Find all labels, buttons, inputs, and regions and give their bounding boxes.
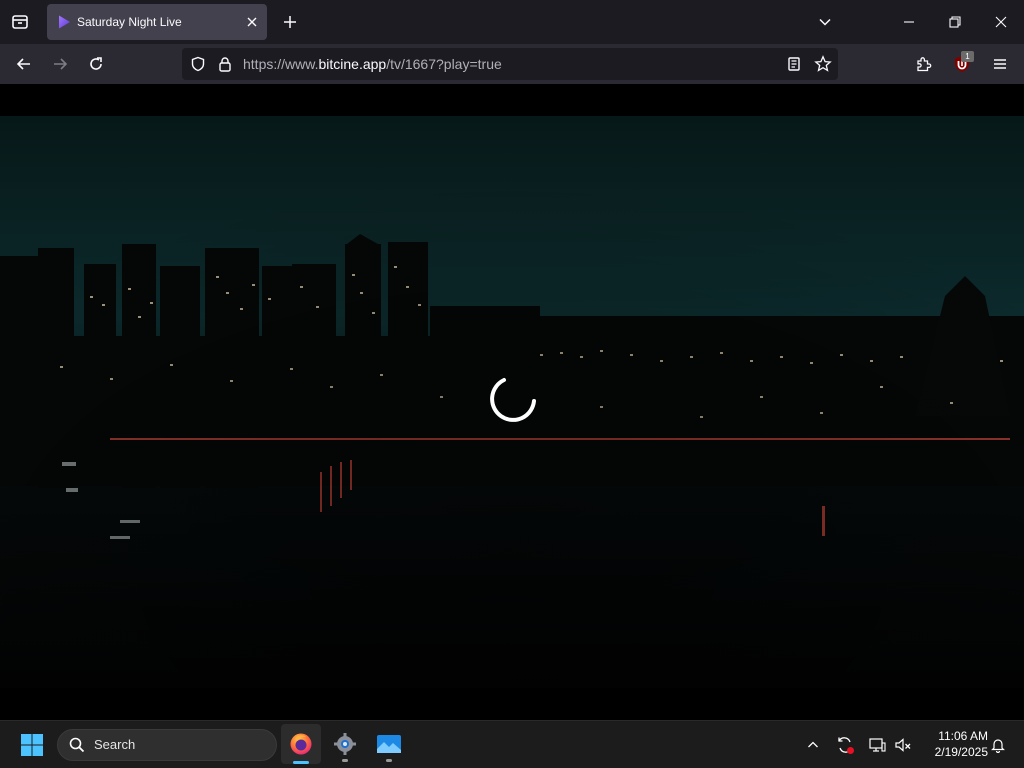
tray-sync-icon-button[interactable] bbox=[833, 733, 857, 757]
arrow-left-icon bbox=[16, 58, 30, 70]
new-tab-button[interactable] bbox=[279, 10, 301, 34]
close-icon bbox=[995, 16, 1007, 28]
nav-toolbar: https://www.bitcine.app/tv/1667?play=tru… bbox=[0, 44, 1024, 84]
volume-muted-icon bbox=[895, 738, 911, 752]
clock-time: 11:06 AM bbox=[938, 729, 988, 743]
sync-alert-icon bbox=[838, 737, 854, 754]
running-app-indicator bbox=[386, 759, 392, 762]
shield-icon bbox=[191, 56, 205, 72]
start-button[interactable] bbox=[14, 727, 50, 763]
lock-icon bbox=[219, 57, 231, 72]
restore-button[interactable] bbox=[932, 0, 978, 44]
firefox-view-button[interactable] bbox=[6, 8, 34, 36]
restore-icon bbox=[949, 16, 961, 28]
hamburger-menu-icon bbox=[994, 59, 1006, 69]
puzzle-piece-icon bbox=[917, 57, 932, 72]
play-triangle-icon bbox=[59, 15, 70, 29]
tray-network-button[interactable] bbox=[865, 733, 889, 757]
search-icon bbox=[69, 737, 85, 753]
firefox-view-icon bbox=[12, 15, 28, 29]
close-window-button[interactable] bbox=[978, 0, 1024, 44]
back-button[interactable] bbox=[10, 50, 38, 78]
clock-date: 2/19/2025 bbox=[934, 745, 988, 759]
site-info-button[interactable] bbox=[215, 54, 235, 74]
notifications-button[interactable] bbox=[986, 733, 1010, 757]
network-display-icon bbox=[869, 738, 886, 752]
reload-button[interactable] bbox=[82, 50, 110, 78]
arrow-right-icon bbox=[54, 58, 68, 70]
taskbar: Search 11:06 AM 2/19/2025 bbox=[0, 720, 1024, 768]
tab-title: Saturday Night Live bbox=[77, 15, 182, 29]
windows-logo-icon bbox=[21, 734, 43, 756]
plus-icon bbox=[284, 16, 296, 28]
chevron-up-icon bbox=[808, 741, 818, 748]
url-text[interactable]: https://www.bitcine.app/tv/1667?play=tru… bbox=[243, 56, 502, 72]
minimize-icon bbox=[904, 21, 914, 23]
star-icon bbox=[814, 55, 832, 72]
show-hidden-icons-button[interactable] bbox=[801, 733, 825, 757]
taskbar-app-photos[interactable] bbox=[369, 724, 409, 764]
photos-icon bbox=[377, 735, 401, 753]
extensions-button[interactable] bbox=[910, 50, 938, 78]
address-bar[interactable]: https://www.bitcine.app/tv/1667?play=tru… bbox=[182, 48, 838, 80]
url-path: /tv/1667?play=true bbox=[386, 56, 502, 72]
firefox-icon bbox=[290, 733, 312, 755]
bookmark-button[interactable] bbox=[812, 54, 834, 74]
tab-strip: Saturday Night Live bbox=[0, 0, 1024, 44]
list-all-tabs-button[interactable] bbox=[813, 10, 837, 34]
video-player[interactable] bbox=[0, 84, 1024, 720]
active-app-indicator bbox=[293, 761, 309, 764]
extension-badge: 1 bbox=[961, 51, 974, 62]
taskbar-app-settings[interactable] bbox=[325, 724, 365, 764]
chevron-down-icon bbox=[819, 18, 831, 26]
reload-icon bbox=[90, 57, 102, 70]
close-tab-button[interactable] bbox=[243, 13, 261, 31]
reader-view-button[interactable] bbox=[784, 54, 804, 74]
taskbar-clock[interactable]: 11:06 AM 2/19/2025 bbox=[918, 728, 988, 760]
close-icon bbox=[247, 17, 257, 27]
tab-active[interactable]: Saturday Night Live bbox=[47, 4, 267, 40]
taskbar-search[interactable]: Search bbox=[57, 729, 277, 761]
reader-view-icon bbox=[788, 57, 800, 71]
app-menu-button[interactable] bbox=[986, 50, 1014, 78]
url-prefix: https://www. bbox=[243, 56, 319, 72]
taskbar-app-firefox[interactable] bbox=[281, 724, 321, 764]
running-app-indicator bbox=[342, 759, 348, 762]
tracking-protection-button[interactable] bbox=[188, 54, 208, 74]
loading-spinner-icon bbox=[490, 378, 536, 422]
settings-gear-icon bbox=[334, 733, 356, 755]
minimize-button[interactable] bbox=[886, 0, 932, 44]
bell-icon bbox=[991, 739, 1005, 753]
forward-button[interactable] bbox=[46, 50, 74, 78]
url-host: bitcine.app bbox=[318, 56, 387, 72]
search-label: Search bbox=[94, 737, 136, 752]
tray-volume-button[interactable] bbox=[891, 733, 915, 757]
